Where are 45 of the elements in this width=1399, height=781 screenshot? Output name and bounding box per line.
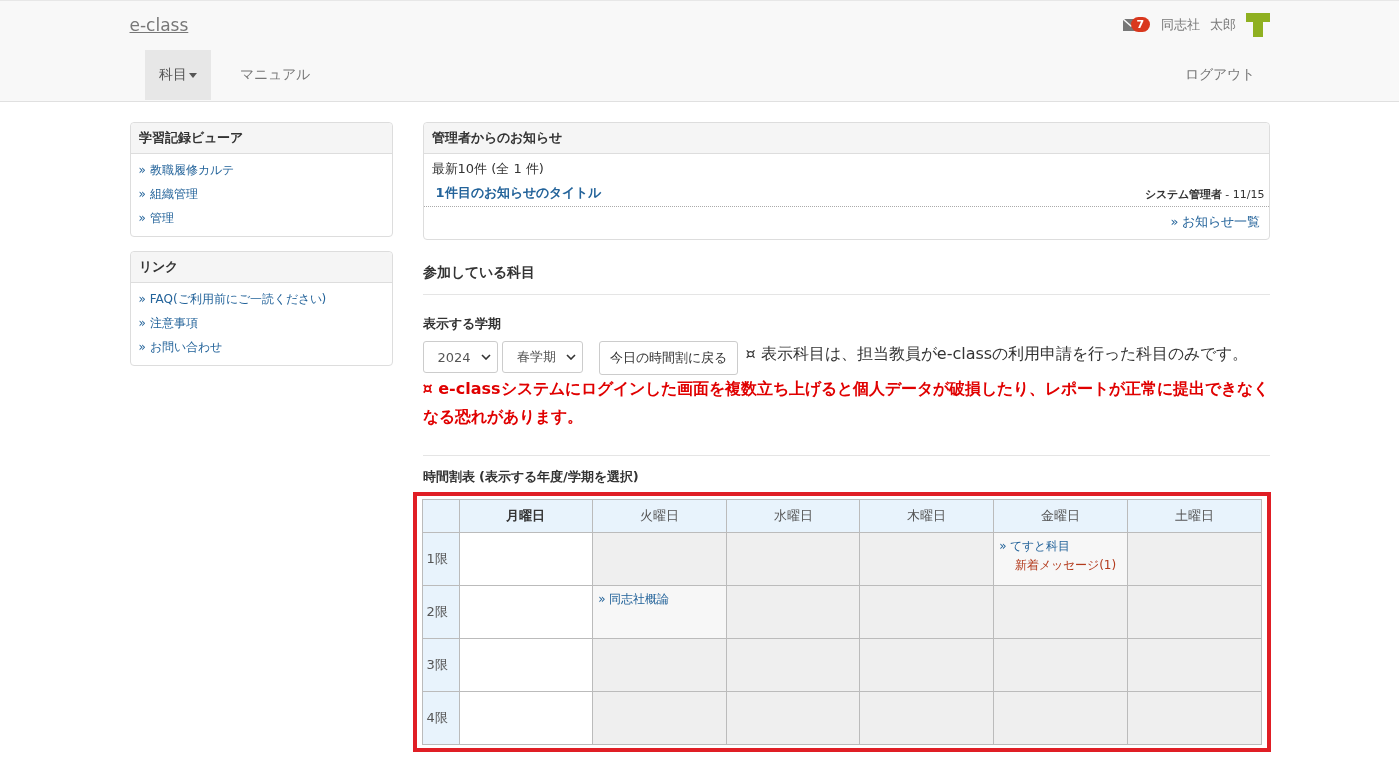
semester-select[interactable]: 春学期 xyxy=(501,341,583,373)
term-label: 表示する学期 xyxy=(422,315,502,333)
day-header: 水曜日 xyxy=(726,499,860,533)
brand-link[interactable]: e-class xyxy=(129,15,189,35)
year-select[interactable]: 2024 xyxy=(422,341,498,373)
chevron-icon xyxy=(565,354,576,360)
sidebar-link[interactable]: » 管理 xyxy=(138,206,174,230)
panel-title: 学習記録ビューア xyxy=(130,123,392,154)
logo-icon xyxy=(1245,13,1270,37)
notice-title-link[interactable]: 1件目のお知らせのタイトル xyxy=(435,184,601,202)
course-link[interactable]: » てすと科目 xyxy=(999,538,1122,555)
day-header: 土曜日 xyxy=(1127,499,1261,533)
corner-cell xyxy=(422,499,459,533)
logout-link[interactable]: ログアウト xyxy=(1184,66,1255,84)
sidebar-link[interactable]: » FAQ(ご利用前にご一読ください) xyxy=(138,287,327,311)
timetable-title: 時間割表 (表示する年度/学期を選択) xyxy=(422,468,640,486)
sidebar-link[interactable]: » 組織管理 xyxy=(138,182,198,206)
day-header: 火曜日 xyxy=(592,499,727,533)
period-cell: 2限 xyxy=(422,585,459,639)
period-cell: 4限 xyxy=(422,691,459,745)
user-org: 同志社 xyxy=(1160,16,1200,34)
notice-meta: システム管理者 - 11/15 xyxy=(1144,187,1265,202)
warning-text: ¤ e-classシステムにログインした画面を複数立ち上げると個人データが破損したり、レポートが正常に提出できなくなる恐れがあります。 xyxy=(422,378,1270,428)
notice-list-link[interactable]: » お知らせ一覧 xyxy=(1170,213,1261,231)
new-message-link[interactable]: 新着メッセージ(1) xyxy=(1015,557,1122,574)
day-header: 月曜日 xyxy=(459,499,593,533)
nav-item[interactable]: マニュアル xyxy=(225,50,324,100)
period-cell: 3限 xyxy=(422,638,459,692)
nav-item[interactable]: 科目 xyxy=(144,50,211,100)
sidebar-link[interactable]: » 注意事項 xyxy=(138,311,198,335)
chevron-icon xyxy=(480,354,491,360)
section-heading: 参加している科目 xyxy=(422,240,1270,295)
unread-count-badge: 7 xyxy=(1130,17,1151,32)
today-timetable-button[interactable]: 今日の時間割に戻る xyxy=(598,341,738,375)
day-header: 金曜日 xyxy=(993,499,1128,533)
sidebar-link[interactable]: » 教職履修カルテ xyxy=(138,158,234,182)
period-cell: 1限 xyxy=(422,532,459,586)
panel-title: 管理者からのお知らせ xyxy=(423,123,1269,154)
panel-title: リンク xyxy=(130,252,392,283)
course-note: ¤ 表示科目は、担当教員がe-classの利用申請を行った科目のみです。 xyxy=(745,343,1250,365)
sidebar-link[interactable]: » お問い合わせ xyxy=(138,335,222,359)
user-name: 太郎 xyxy=(1209,16,1236,34)
day-header: 木曜日 xyxy=(859,499,994,533)
notice-count: 最新10件 (全 1 件) xyxy=(430,160,545,178)
course-link[interactable]: » 同志社概論 xyxy=(598,591,721,608)
